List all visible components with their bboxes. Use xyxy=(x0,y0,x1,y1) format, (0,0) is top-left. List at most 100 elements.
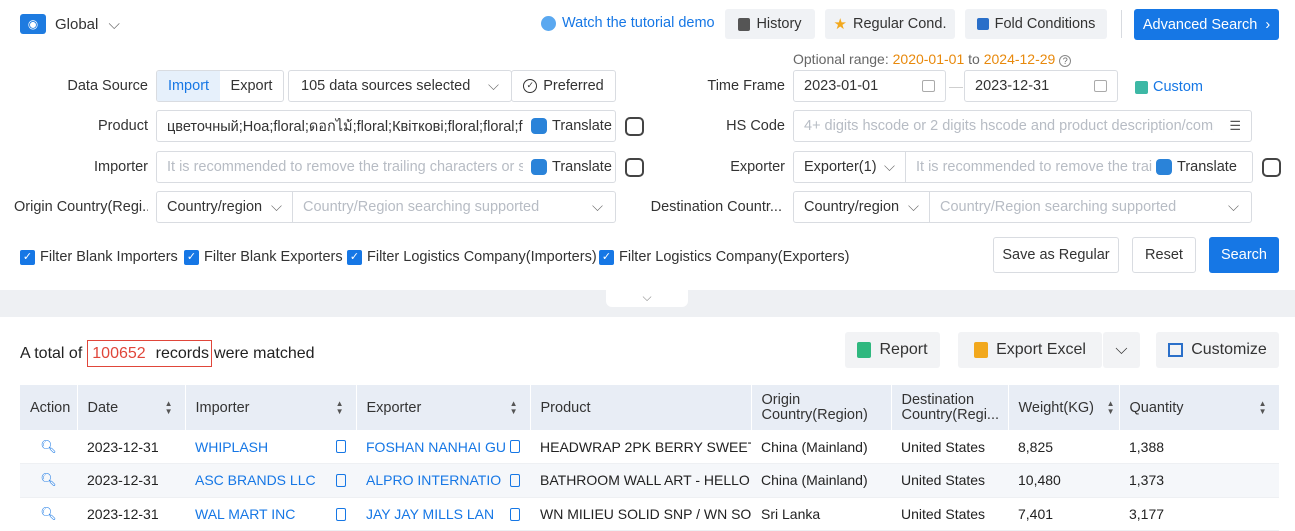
exporter-input[interactable]: Exporter(1) ⌵ It is recommended to remov… xyxy=(793,151,1253,183)
col-weight[interactable]: Weight(KG) ▲ ▼ xyxy=(1008,385,1120,430)
table-row[interactable]: 🔍︎ 2023-12-31 WAL MART INC JAY JAY MILLS… xyxy=(20,497,1279,531)
range-label: Optional range xyxy=(793,51,885,67)
report-button[interactable]: Report xyxy=(845,332,940,368)
cell-date: 2023-12-31 xyxy=(77,430,185,464)
origin-country-label: Origin Country(Regi... xyxy=(14,199,148,215)
start-date-value: 2023-01-01 xyxy=(804,78,879,94)
exporter-link[interactable]: JAY JAY MILLS LAN xyxy=(366,506,494,522)
checkbox-checked-icon[interactable]: ✓ xyxy=(184,249,199,265)
exporter-link[interactable]: FOSHAN NANHAI GU xyxy=(366,439,506,455)
export-tab[interactable]: Export xyxy=(220,71,283,101)
chevron-down-icon: ⌵ xyxy=(1228,199,1239,215)
checkbox-checked-icon[interactable]: ✓ xyxy=(20,249,35,265)
cell-importer[interactable]: WAL MART INC xyxy=(185,497,356,531)
import-tab[interactable]: Import xyxy=(157,71,220,101)
search-icon[interactable]: 🔍︎ xyxy=(20,463,77,498)
sort-icon[interactable]: ▲ ▼ xyxy=(165,400,173,416)
cell-date: 2023-12-31 xyxy=(77,497,185,531)
importer-link[interactable]: WHIPLASH xyxy=(195,439,268,455)
search-button[interactable]: Search xyxy=(1209,237,1279,273)
star-icon: ★ xyxy=(833,16,847,33)
origin-country-input[interactable]: Country/region ⌵ Country/Region searchin… xyxy=(156,191,616,223)
table-row[interactable]: 🔍︎ 2023-12-31 WHIPLASH FOSHAN NANHAI GU … xyxy=(20,430,1279,464)
col-importer[interactable]: Importer ▲ ▼ xyxy=(185,385,357,430)
filter-label: Filter Blank Importers xyxy=(40,249,178,265)
sort-icon[interactable]: ▲ ▼ xyxy=(1259,400,1267,416)
preferred-label: Preferred xyxy=(543,78,604,94)
exporter-type-select[interactable]: Exporter(1) ⌵ xyxy=(794,152,906,182)
reset-button[interactable]: Reset xyxy=(1132,237,1196,273)
col-date[interactable]: Date ▲ ▼ xyxy=(77,385,186,430)
filter-label: Filter Logistics Company(Exporters) xyxy=(619,249,850,265)
translate-button[interactable]: Translate xyxy=(1156,159,1237,175)
importer-link[interactable]: WAL MART INC xyxy=(195,506,295,522)
product-input[interactable]: цветочный;Hoa;floral;ดอกไม้;floral;Квітк… xyxy=(156,110,616,142)
cell-exporter[interactable]: JAY JAY MILLS LAN xyxy=(356,497,530,531)
customize-button[interactable]: Customize xyxy=(1156,332,1279,368)
region-selector[interactable]: Global ⌵ xyxy=(55,16,120,33)
cell-weight: 7,401 xyxy=(1008,497,1119,531)
search-icon[interactable]: 🔍︎ xyxy=(20,497,77,531)
exporter-link[interactable]: ALPRO INTERNATIO xyxy=(366,472,501,488)
translate-icon xyxy=(531,118,547,134)
importer-link[interactable]: ASC BRANDS LLC xyxy=(195,472,316,488)
checkbox-checked-icon[interactable]: ✓ xyxy=(599,249,614,265)
data-source-toggle[interactable]: Import Export xyxy=(156,70,284,102)
filter-logistics-exporters[interactable]: ✓ Filter Logistics Company(Exporters) xyxy=(599,249,849,265)
table-row[interactable]: 🔍︎ 2023-12-31 ASC BRANDS LLC ALPRO INTER… xyxy=(20,463,1279,498)
region-label: Global xyxy=(55,16,99,33)
custom-button[interactable]: Custom xyxy=(1135,79,1203,95)
advanced-search-button[interactable]: Advanced Search › xyxy=(1134,9,1279,40)
col-quantity[interactable]: Quantity ▲ ▼ xyxy=(1119,385,1280,430)
copy-icon[interactable] xyxy=(510,474,520,487)
search-mode-icon[interactable] xyxy=(1262,158,1281,177)
filter-blank-importers[interactable]: ✓ Filter Blank Importers xyxy=(20,249,178,265)
search-mode-icon[interactable] xyxy=(625,158,644,177)
destination-type-select[interactable]: Country/region ⌵ xyxy=(794,192,930,222)
end-date-input[interactable]: 2023-12-31 xyxy=(964,70,1118,102)
filter-blank-exporters[interactable]: ✓ Filter Blank Exporters xyxy=(184,249,343,265)
importer-input[interactable]: It is recommended to remove the trailing… xyxy=(156,151,616,183)
export-options-dropdown[interactable]: ⌵ xyxy=(1103,332,1140,368)
tutorial-link[interactable]: Watch the tutorial demo xyxy=(541,15,715,31)
destination-country-input[interactable]: Country/region ⌵ Country/Region searchin… xyxy=(793,191,1252,223)
copy-icon[interactable] xyxy=(336,474,346,487)
sort-icon[interactable]: ▲ ▼ xyxy=(336,400,344,416)
translate-button[interactable]: Translate xyxy=(531,159,612,175)
data-sources-select[interactable]: 105 data sources selected ⌵ xyxy=(288,70,512,102)
collapse-toggle[interactable]: ⌵ xyxy=(606,290,688,307)
col-exporter[interactable]: Exporter ▲ ▼ xyxy=(356,385,531,430)
copy-icon[interactable] xyxy=(510,440,520,453)
checkbox-checked-icon[interactable]: ✓ xyxy=(347,249,362,265)
cell-importer[interactable]: ASC BRANDS LLC xyxy=(185,463,356,498)
globe-icon[interactable]: ◉ xyxy=(20,14,46,34)
origin-type-select[interactable]: Country/region ⌵ xyxy=(157,192,293,222)
col-destination: Destination Country(Regi... xyxy=(891,385,1009,430)
search-icon[interactable]: 🔍︎ xyxy=(20,430,77,464)
history-button[interactable]: History xyxy=(725,9,815,39)
filter-logistics-importers[interactable]: ✓ Filter Logistics Company(Importers) xyxy=(347,249,597,265)
hs-code-input[interactable]: 4+ digits hscode or 2 digits hscode and … xyxy=(793,110,1252,142)
cell-exporter[interactable]: FOSHAN NANHAI GU xyxy=(356,430,530,464)
copy-icon[interactable] xyxy=(336,440,346,453)
translate-button[interactable]: Translate xyxy=(531,118,612,134)
chevron-down-icon: ⌵ xyxy=(1115,341,1128,358)
copy-icon[interactable] xyxy=(510,507,520,521)
cell-exporter[interactable]: ALPRO INTERNATIO xyxy=(356,463,530,498)
export-excel-button[interactable]: Export Excel xyxy=(958,332,1102,368)
cell-importer[interactable]: WHIPLASH xyxy=(185,430,356,464)
list-icon[interactable]: ☰ xyxy=(1229,118,1241,134)
copy-icon[interactable] xyxy=(336,507,346,521)
cell-quantity: 3,177 xyxy=(1119,497,1279,531)
sort-icon[interactable]: ▲ ▼ xyxy=(510,400,518,416)
cell-quantity: 1,373 xyxy=(1119,463,1279,498)
save-regular-button[interactable]: Save as Regular xyxy=(993,237,1119,273)
search-mode-icon[interactable] xyxy=(625,117,644,136)
regular-cond-button[interactable]: ★ Regular Cond. xyxy=(825,9,955,39)
sort-icon[interactable]: ▲ ▼ xyxy=(1107,400,1115,416)
preferred-button[interactable]: ✓ Preferred xyxy=(511,70,616,102)
help-icon[interactable]: ? xyxy=(1059,55,1072,67)
customize-icon xyxy=(1168,343,1184,357)
start-date-input[interactable]: 2023-01-01 xyxy=(793,70,946,102)
fold-conditions-button[interactable]: Fold Conditions xyxy=(965,9,1107,39)
